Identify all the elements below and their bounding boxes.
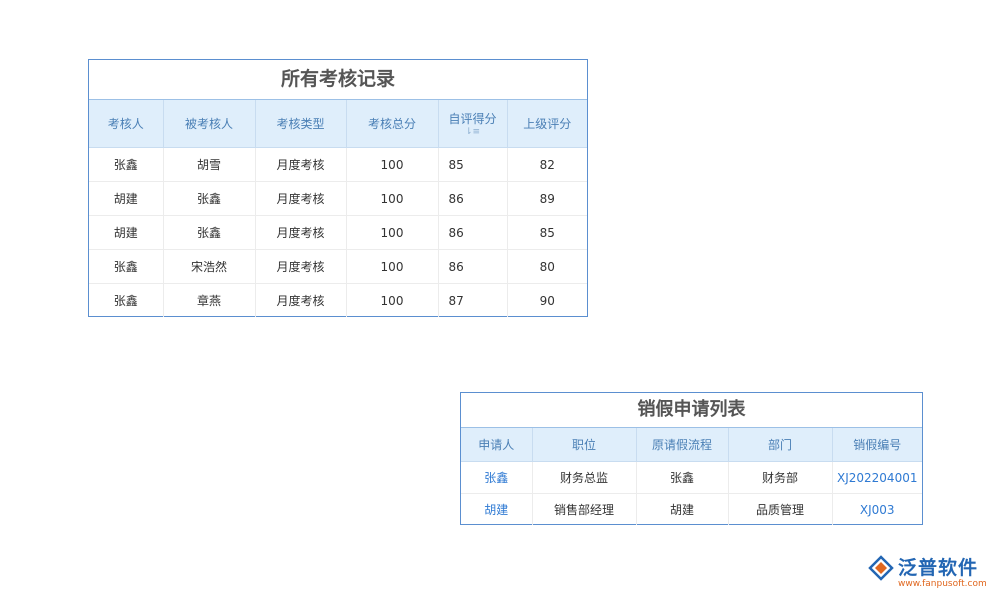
reviewee-cell: 章燕 (163, 283, 256, 317)
cancel-number-link[interactable]: XJ003 (832, 494, 922, 526)
table-row[interactable]: 胡建 张鑫 月度考核 100 86 85 (89, 215, 587, 250)
leave-cancel-title: 销假申请列表 (461, 393, 922, 428)
total-score-cell: 100 (346, 215, 439, 250)
department-cell: 品质管理 (728, 493, 833, 525)
table-row[interactable]: 张鑫 宋浩然 月度考核 100 86 80 (89, 249, 587, 284)
cancel-number-link[interactable]: XJ202204001 (832, 461, 922, 494)
reviewer-cell: 张鑫 (89, 283, 164, 317)
reviewer-cell: 张鑫 (89, 249, 164, 284)
column-header-total-score[interactable]: 考核总分 (346, 100, 439, 148)
review-type-cell: 月度考核 (255, 181, 347, 216)
leave-cancel-panel: 销假申请列表 申请人 职位 原请假流程 部门 销假编号 张鑫 财务总监 张鑫 财… (460, 392, 923, 525)
logo-url-text: www.fanpusoft.com (898, 579, 987, 589)
review-records-title: 所有考核记录 (89, 60, 587, 100)
column-header-position[interactable]: 职位 (532, 428, 637, 462)
fanpu-logo-icon (868, 555, 894, 581)
reviewee-cell: 张鑫 (163, 215, 256, 250)
total-score-cell: 100 (346, 147, 439, 182)
reviewer-cell: 胡建 (89, 181, 164, 216)
table-row[interactable]: 张鑫 财务总监 张鑫 财务部 XJ202204001 (461, 461, 922, 494)
original-leave-flow-cell: 张鑫 (636, 461, 729, 494)
supervisor-score-cell: 90 (539, 293, 555, 308)
position-cell: 销售部经理 (532, 493, 637, 525)
reviewer-cell: 张鑫 (89, 147, 164, 182)
supervisor-score-cell: 85 (507, 215, 587, 250)
table-row[interactable]: 张鑫 胡雪 月度考核 100 85 82 (89, 147, 587, 182)
total-score-cell: 100 (346, 249, 439, 284)
total-score-cell: 100 (346, 181, 439, 216)
column-header-self-score-label: 自评得分 (448, 112, 497, 126)
review-records-panel: 所有考核记录 考核人 被考核人 考核类型 考核总分 自评得分 ⇂≡ 上级评分 张… (88, 59, 588, 317)
column-header-supervisor-score[interactable]: 上级评分 (507, 100, 587, 148)
table-row[interactable]: 胡建 销售部经理 胡建 品质管理 XJ003 (461, 493, 922, 526)
review-type-cell: 月度考核 (255, 215, 347, 250)
self-score-cell: 86 (438, 181, 508, 216)
fanpu-logo: 泛普软件 www.fanpusoft.com (868, 553, 993, 593)
column-header-original-leave-flow[interactable]: 原请假流程 (636, 428, 729, 462)
review-type-cell: 月度考核 (255, 147, 347, 182)
applicant-link[interactable]: 张鑫 (461, 461, 533, 494)
position-cell: 财务总监 (532, 461, 637, 494)
table-row[interactable]: 张鑫 章燕 月度考核 100 87 90 (89, 283, 587, 317)
column-header-reviewee[interactable]: 被考核人 (163, 100, 256, 148)
supervisor-score-cell: 89 (507, 181, 587, 216)
column-header-department[interactable]: 部门 (728, 428, 833, 462)
original-leave-flow-cell: 胡建 (636, 493, 729, 525)
self-score-cell: 85 (438, 147, 508, 182)
table-header-row: 考核人 被考核人 考核类型 考核总分 自评得分 ⇂≡ 上级评分 (89, 100, 587, 148)
logo-brand-text: 泛普软件 (898, 557, 979, 579)
column-header-cancel-number[interactable]: 销假编号 (832, 428, 922, 462)
column-header-review-type[interactable]: 考核类型 (255, 100, 347, 148)
self-score-cell: 87 (438, 283, 508, 317)
supervisor-score-cell: 80 (507, 249, 587, 284)
column-header-reviewer[interactable]: 考核人 (89, 100, 164, 148)
supervisor-score-cell: 82 (507, 147, 587, 182)
review-type-cell: 月度考核 (255, 283, 347, 317)
self-score-cell: 86 (438, 249, 508, 284)
column-header-self-score[interactable]: 自评得分 ⇂≡ (438, 100, 508, 148)
self-score-cell: 86 (438, 215, 508, 250)
leave-cancel-table: 申请人 职位 原请假流程 部门 销假编号 张鑫 财务总监 张鑫 财务部 XJ20… (461, 428, 922, 525)
table-row[interactable]: 胡建 张鑫 月度考核 100 86 89 (89, 181, 587, 216)
reviewee-cell: 宋浩然 (163, 249, 256, 284)
reviewer-cell: 胡建 (89, 215, 164, 250)
department-cell: 财务部 (728, 461, 833, 494)
total-score-cell: 100 (346, 283, 439, 317)
applicant-link[interactable]: 胡建 (461, 493, 533, 525)
review-type-cell: 月度考核 (255, 249, 347, 284)
reviewee-cell: 胡雪 (163, 147, 256, 182)
sort-icon[interactable]: ⇂≡ (439, 127, 507, 137)
reviewee-cell: 张鑫 (163, 181, 256, 216)
table-header-row: 申请人 职位 原请假流程 部门 销假编号 (461, 428, 922, 462)
review-records-table: 考核人 被考核人 考核类型 考核总分 自评得分 ⇂≡ 上级评分 张鑫 胡雪 月度… (89, 100, 587, 317)
column-header-applicant[interactable]: 申请人 (461, 428, 533, 462)
